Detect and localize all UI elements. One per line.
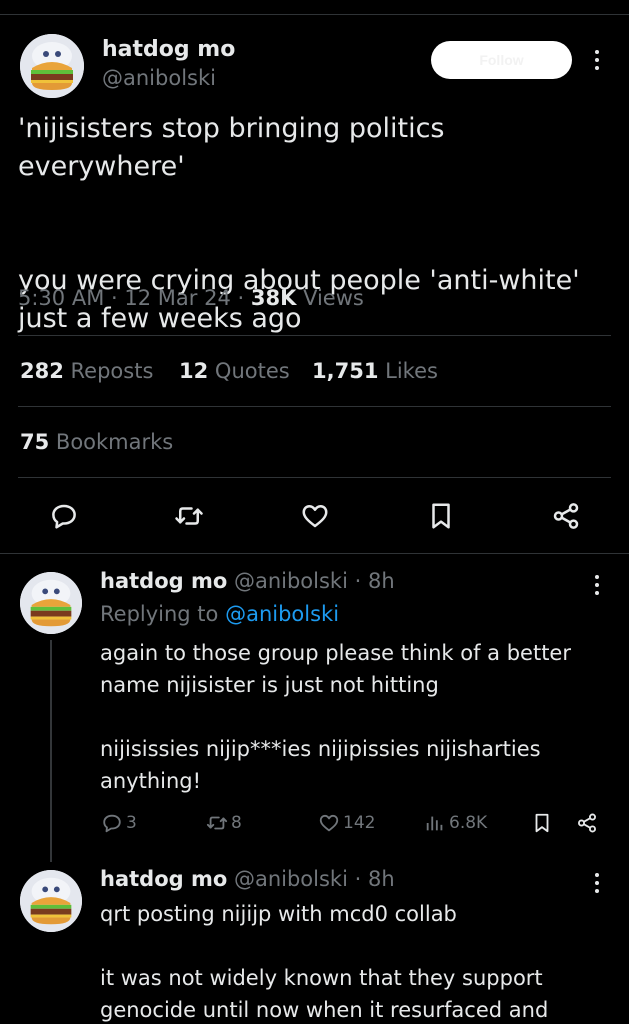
reply-bookmark-button[interactable] — [531, 812, 553, 834]
reply-views-button[interactable]: 6.8K — [424, 812, 487, 834]
more-icon[interactable] — [592, 871, 602, 895]
reply-author-handle[interactable]: @anibolski — [234, 867, 348, 891]
follow-label: Follow — [479, 52, 524, 68]
follow-button[interactable]: Follow — [431, 41, 572, 79]
divider — [18, 477, 611, 478]
reply-header: hatdog mo @anibolski · 8h — [100, 569, 395, 593]
avatar-image — [20, 572, 82, 634]
reply-likes-button[interactable]: 142 — [318, 812, 375, 834]
reply-icon — [103, 814, 121, 833]
reply-time: 8h — [368, 569, 395, 593]
reposts-stat[interactable]: 282 Reposts — [20, 359, 153, 383]
reply-reposts-count: 8 — [231, 813, 242, 833]
divider — [18, 335, 611, 336]
replying-prefix: Replying to — [100, 602, 219, 626]
reply-text: again to those group please think of a b… — [100, 641, 571, 793]
reply-share-button[interactable] — [576, 812, 598, 834]
avatar-image — [20, 870, 82, 932]
share-icon — [578, 813, 596, 833]
repost-icon — [206, 816, 228, 830]
tweet-time: 5:30 AM — [18, 286, 105, 310]
bookmark-icon[interactable] — [424, 499, 458, 533]
reply-header: hatdog mo @anibolski · 8h — [100, 867, 395, 891]
repost-icon[interactable] — [172, 499, 206, 533]
meta-separator: · — [354, 867, 362, 891]
more-icon[interactable] — [592, 573, 602, 597]
reposts-label: Reposts — [70, 359, 154, 383]
reply-author-name[interactable]: hatdog mo — [100, 867, 227, 891]
reply-icon[interactable] — [47, 499, 81, 533]
replying-to: Replying to @anibolski — [100, 602, 339, 626]
views-icon — [426, 816, 443, 831]
views-label: Views — [303, 286, 364, 310]
bookmark-icon — [535, 813, 549, 833]
reply-text: qrt posting nijijp with mcd0 collab it w… — [100, 902, 549, 1022]
meta-separator: · — [354, 569, 362, 593]
reply-avatar[interactable] — [20, 572, 82, 634]
like-icon — [319, 814, 339, 832]
reply-views-count: 6.8K — [449, 813, 488, 833]
quotes-count: 12 — [179, 359, 209, 383]
meta-separator: · — [237, 286, 245, 310]
reply-replies-button[interactable]: 3 — [101, 812, 137, 834]
share-icon[interactable] — [549, 499, 583, 533]
views-count: 38K — [250, 286, 297, 310]
bookmarks-label: Bookmarks — [55, 430, 174, 454]
reply-avatar[interactable] — [20, 870, 82, 932]
divider — [18, 406, 611, 407]
reply-time: 8h — [368, 867, 395, 891]
replying-to-link[interactable]: @anibolski — [225, 602, 339, 626]
quotes-stat[interactable]: 12 Quotes — [179, 359, 290, 383]
reply-replies-count: 3 — [126, 813, 137, 833]
bookmarks-stat[interactable]: 75 Bookmarks — [20, 430, 173, 454]
bookmarks-count: 75 — [20, 430, 50, 454]
top-divider — [0, 14, 629, 15]
reply-reposts-button[interactable]: 8 — [206, 812, 242, 834]
reply-author-handle[interactable]: @anibolski — [234, 569, 348, 593]
reposts-count: 282 — [20, 359, 64, 383]
reply-likes-count: 142 — [343, 813, 376, 833]
meta-separator: · — [111, 286, 118, 310]
likes-stat[interactable]: 1,751 Likes — [312, 359, 438, 383]
author-handle[interactable]: @anibolski — [102, 66, 216, 90]
more-icon[interactable] — [592, 48, 602, 72]
thread-line — [50, 640, 52, 862]
reply-author-name[interactable]: hatdog mo — [100, 569, 227, 593]
tweet-date: 12 Mar 24 — [124, 286, 231, 310]
likes-label: Likes — [385, 359, 438, 383]
tweet-meta: 5:30 AM · 12 Mar 24 · 38K Views — [18, 286, 364, 310]
author-name[interactable]: hatdog mo — [102, 37, 235, 62]
likes-count: 1,751 — [312, 359, 379, 383]
section-divider — [0, 553, 629, 554]
like-icon[interactable] — [298, 499, 332, 533]
quotes-label: Quotes — [214, 359, 290, 383]
author-avatar[interactable] — [20, 34, 84, 98]
avatar-image — [20, 34, 84, 98]
